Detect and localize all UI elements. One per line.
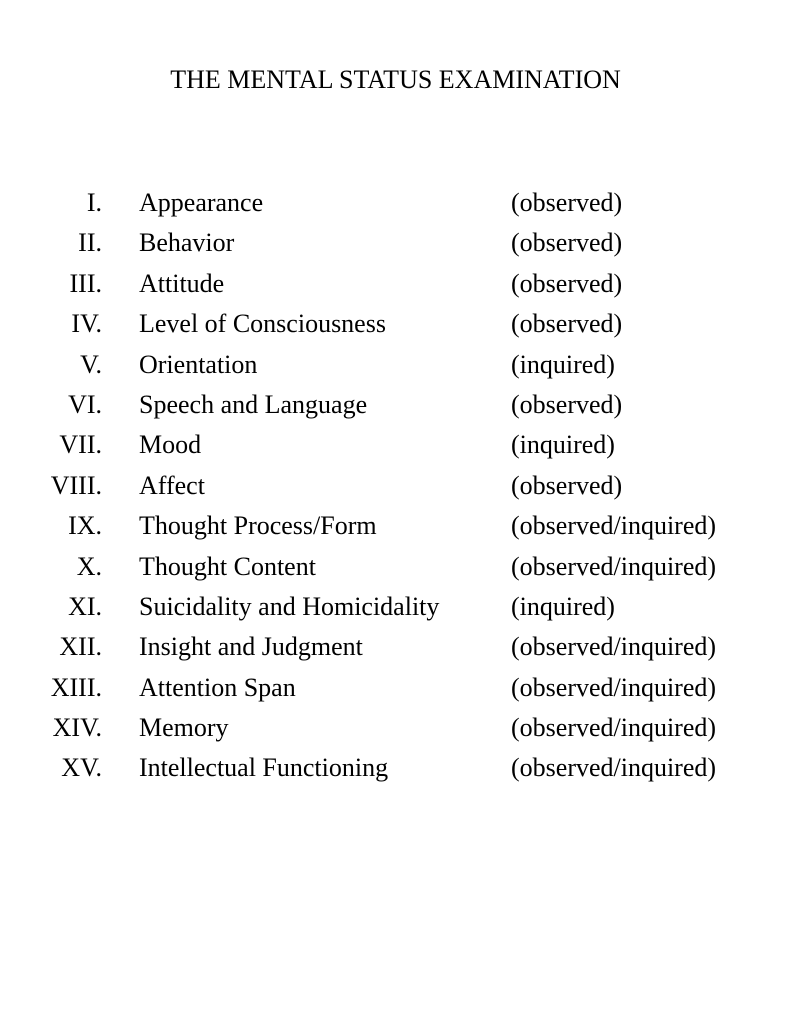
list-item: IX. Thought Process/Form (observed/inqui…: [0, 507, 791, 547]
item-method: (observed): [511, 188, 623, 217]
list-item: XIII. Attention Span (observed/inquired): [0, 669, 791, 709]
item-name: Level of Consciousness: [139, 309, 386, 339]
item-method: (inquired): [511, 430, 615, 460]
item-numeral: II.: [78, 228, 102, 258]
item-name: Attitude: [139, 268, 225, 298]
item-numeral: X.: [76, 551, 102, 581]
page-title: THE MENTAL STATUS EXAMINATION: [170, 65, 621, 94]
list-item: XI. Suicidality and Homicidality (inquir…: [0, 588, 791, 628]
list-item: XII. Insight and Judgment (observed/inqu…: [0, 628, 791, 668]
item-method: (observed/inquired): [511, 511, 717, 541]
item-name: Affect: [139, 470, 205, 500]
item-numeral: V.: [80, 349, 102, 379]
item-name: Thought Content: [139, 551, 316, 581]
item-name: Appearance: [139, 188, 264, 217]
item-name: Thought Process/Form: [139, 511, 377, 541]
item-numeral: I.: [86, 188, 102, 217]
list-item: IV. Level of Consciousness (observed): [0, 305, 791, 345]
item-numeral: VI.: [68, 389, 102, 419]
item-method: (observed): [511, 228, 623, 258]
list-item: III. Attitude (observed): [0, 265, 791, 305]
item-method: (observed/inquired): [511, 632, 717, 662]
item-name: Attention Span: [139, 672, 296, 702]
item-numeral: VIII.: [50, 470, 102, 500]
item-name: Mood: [139, 430, 202, 460]
list-item: II. Behavior (observed): [0, 224, 791, 264]
list-item: X. Thought Content (observed/inquired): [0, 548, 791, 588]
list-item: XIV. Memory (observed/inquired): [0, 709, 791, 749]
item-numeral: XIV.: [52, 713, 102, 743]
item-method: (observed/inquired): [511, 551, 717, 581]
item-method: (observed/inquired): [511, 672, 717, 702]
item-method: (observed): [511, 268, 623, 298]
item-name: Memory: [139, 713, 229, 743]
item-numeral: XII.: [59, 632, 102, 662]
item-numeral: VII.: [59, 430, 102, 460]
item-numeral: XIII.: [50, 672, 102, 702]
list-item: VII. Mood (inquired): [0, 426, 791, 466]
item-numeral: IX.: [68, 511, 102, 541]
exam-component-list: I. Appearance (observed) II. Behavior (o…: [0, 184, 791, 790]
item-name: Behavior: [139, 228, 235, 258]
item-method: (inquired): [511, 349, 615, 379]
item-method: (observed): [511, 309, 623, 339]
item-name: Speech and Language: [139, 389, 368, 419]
item-method: (observed/inquired): [511, 713, 717, 743]
list-item: VI. Speech and Language (observed): [0, 386, 791, 426]
list-item: V. Orientation (inquired): [0, 346, 791, 386]
item-method: (observed/inquired): [511, 753, 717, 783]
item-numeral: XI.: [68, 591, 102, 621]
list-item: I. Appearance (observed): [0, 184, 791, 224]
item-name: Intellectual Functioning: [139, 753, 389, 783]
item-name: Orientation: [139, 349, 258, 379]
item-method: (observed): [511, 470, 623, 500]
item-numeral: IV.: [71, 309, 102, 339]
item-name: Suicidality and Homicidality: [139, 591, 440, 621]
list-item: XV. Intellectual Functioning (observed/i…: [0, 749, 791, 789]
item-numeral: III.: [69, 268, 102, 298]
item-method: (observed): [511, 389, 623, 419]
list-item: VIII. Affect (observed): [0, 467, 791, 507]
item-numeral: XV.: [61, 753, 102, 783]
item-name: Insight and Judgment: [139, 632, 363, 662]
item-method: (inquired): [511, 591, 615, 621]
